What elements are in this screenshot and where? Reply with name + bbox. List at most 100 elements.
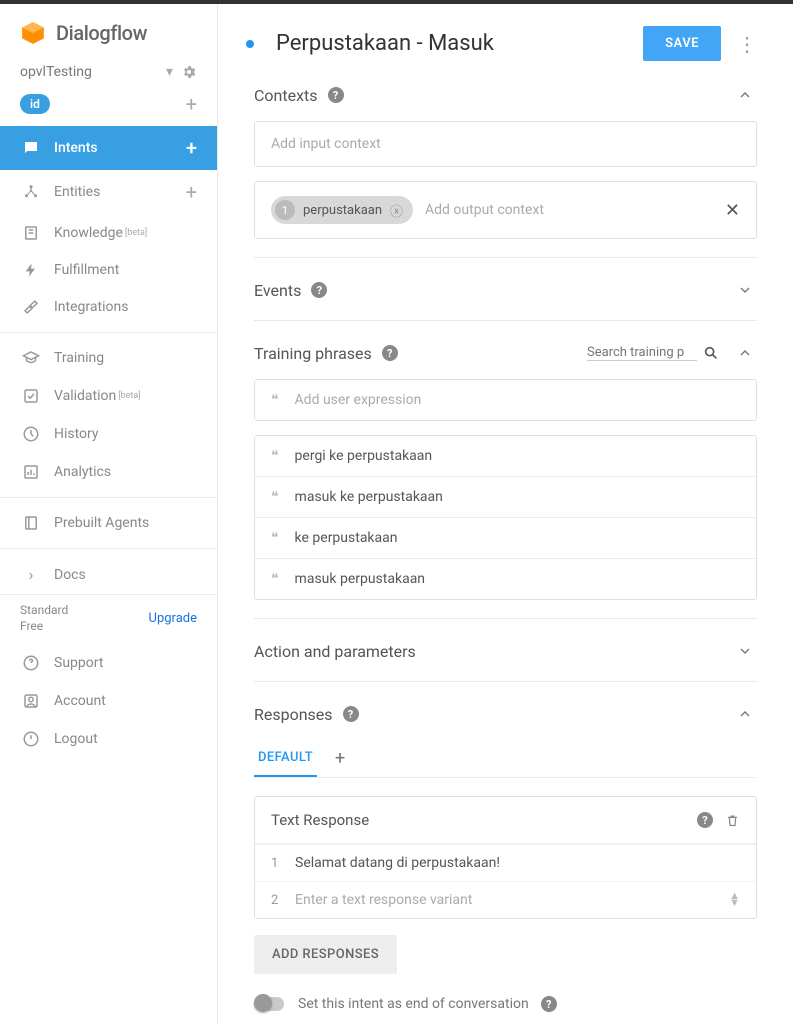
- more-menu-icon[interactable]: ⋮: [737, 32, 757, 56]
- end-of-conversation-toggle[interactable]: [254, 997, 284, 1011]
- language-pill[interactable]: id: [20, 94, 50, 114]
- knowledge-icon: [20, 224, 42, 242]
- nav-label: Intents: [54, 140, 98, 156]
- training-phrase-row[interactable]: ❝ ke perpustakaan: [255, 517, 756, 558]
- training-phrase-row[interactable]: ❝masuk perpustakaan: [255, 558, 756, 599]
- plan-price: Free: [20, 619, 68, 635]
- help-icon[interactable]: ?: [328, 87, 344, 103]
- beta-tag: [beta]: [125, 228, 147, 238]
- collapse-responses[interactable]: [733, 702, 757, 726]
- nav-prebuilt-agents[interactable]: Prebuilt Agents: [0, 504, 217, 542]
- add-intent-button[interactable]: +: [186, 136, 197, 160]
- nav-label: Docs: [54, 567, 86, 583]
- nav-label: Validation: [54, 388, 116, 404]
- add-language-button[interactable]: +: [186, 92, 197, 116]
- response-placeholder: Enter a text response variant: [295, 892, 729, 908]
- training-phrase-row[interactable]: ❝pergi ke perpustakaan: [255, 436, 756, 476]
- nav-validation[interactable]: Validation [beta]: [0, 377, 217, 415]
- nav-entities[interactable]: Entities +: [0, 170, 217, 214]
- validation-icon: [20, 387, 42, 405]
- help-icon[interactable]: ?: [311, 282, 327, 298]
- add-training-phrase-input[interactable]: ❝ Add user expression: [255, 380, 756, 420]
- nav-knowledge[interactable]: Knowledge [beta]: [0, 214, 217, 252]
- help-icon[interactable]: ?: [382, 345, 398, 361]
- remove-chip-icon[interactable]: ⓧ: [390, 201, 403, 220]
- row-number: 2: [271, 893, 295, 908]
- integrations-icon: [20, 298, 42, 316]
- training-phrase-row[interactable]: ❝masuk ke perpustakaan: [255, 476, 756, 517]
- card-title: Text Response: [271, 811, 369, 829]
- nav-label: Integrations: [54, 299, 128, 315]
- nav-training[interactable]: Training: [0, 339, 217, 377]
- quote-icon: ❝: [271, 392, 279, 408]
- save-button[interactable]: SAVE: [643, 26, 721, 61]
- nav-history[interactable]: History: [0, 415, 217, 453]
- phrase-text: ke perpustakaan: [295, 530, 398, 546]
- prebuilt-icon: [20, 514, 42, 532]
- nav-support[interactable]: Support: [0, 644, 217, 682]
- upgrade-link[interactable]: Upgrade: [149, 611, 197, 626]
- help-icon[interactable]: ?: [697, 812, 713, 828]
- nav-fulfillment[interactable]: Fulfillment: [0, 252, 217, 288]
- quote-icon: ❝: [271, 448, 279, 464]
- context-lifespan: 1: [275, 200, 295, 220]
- section-title-action: Action and parameters: [254, 642, 416, 661]
- response-text: Selamat datang di perpustakaan!: [295, 855, 740, 871]
- training-phrases-list: ❝pergi ke perpustakaan ❝masuk ke perpust…: [254, 435, 757, 600]
- sort-handle-icon[interactable]: ▲▼: [729, 893, 740, 906]
- placeholder: Add output context: [425, 202, 725, 218]
- training-icon: [20, 349, 42, 367]
- nav-label: Entities: [54, 184, 100, 200]
- expand-events[interactable]: [733, 278, 757, 302]
- docs-icon: ›: [20, 565, 42, 584]
- response-tab-default[interactable]: DEFAULT: [254, 740, 317, 777]
- intent-title[interactable]: Perpustakaan - Masuk: [276, 31, 643, 56]
- add-responses-button[interactable]: ADD RESPONSES: [254, 935, 397, 974]
- collapse-training[interactable]: [733, 341, 757, 365]
- add-response-tab[interactable]: +: [335, 748, 345, 769]
- nav-integrations[interactable]: Integrations: [0, 288, 217, 326]
- nav-label: Logout: [54, 731, 98, 747]
- intents-icon: [20, 139, 42, 157]
- quote-icon: ❝: [271, 530, 279, 546]
- section-title-responses: Responses: [254, 705, 333, 724]
- nav-label: Prebuilt Agents: [54, 515, 149, 531]
- nav-label: Account: [54, 693, 106, 709]
- nav-logout[interactable]: Logout: [0, 720, 217, 758]
- response-row[interactable]: 1 Selamat datang di perpustakaan!: [255, 844, 756, 881]
- agent-dropdown-icon[interactable]: ▾: [166, 64, 173, 80]
- search-icon[interactable]: [703, 345, 719, 361]
- entities-icon: [20, 183, 42, 201]
- section-title-events: Events: [254, 281, 301, 300]
- response-row[interactable]: 2 Enter a text response variant ▲▼: [255, 881, 756, 918]
- add-entity-button[interactable]: +: [186, 180, 197, 204]
- account-icon: [20, 692, 42, 710]
- beta-tag: [beta]: [118, 391, 140, 401]
- expand-action[interactable]: [733, 639, 757, 663]
- search-training-input[interactable]: [587, 345, 697, 361]
- logout-icon: [20, 730, 42, 748]
- output-context-field[interactable]: 1 perpustakaan ⓧ Add output context ✕: [254, 181, 757, 239]
- gear-icon[interactable]: [181, 64, 197, 80]
- history-icon: [20, 425, 42, 443]
- input-context-field[interactable]: Add input context: [254, 121, 757, 167]
- help-icon[interactable]: ?: [541, 996, 557, 1012]
- agent-name[interactable]: opvlTesting: [20, 64, 158, 80]
- trash-icon[interactable]: [725, 813, 740, 828]
- nav-account[interactable]: Account: [0, 682, 217, 720]
- unsaved-indicator-icon: [246, 40, 254, 48]
- collapse-contexts[interactable]: [733, 83, 757, 107]
- help-icon[interactable]: ?: [343, 706, 359, 722]
- delete-icon[interactable]: ✕: [725, 200, 740, 221]
- placeholder: Add input context: [271, 136, 740, 152]
- nav-docs[interactable]: › Docs: [0, 555, 217, 594]
- nav-label: Analytics: [54, 464, 111, 480]
- phrase-text: masuk ke perpustakaan: [295, 489, 443, 505]
- text-response-card: Text Response ? 1 Selamat datang di perp…: [254, 796, 757, 919]
- dialogflow-logo-icon: [20, 20, 46, 46]
- nav-label: Knowledge: [54, 225, 123, 241]
- nav-intents[interactable]: Intents +: [0, 126, 217, 170]
- context-chip[interactable]: 1 perpustakaan ⓧ: [271, 196, 413, 224]
- analytics-icon: [20, 463, 42, 481]
- nav-analytics[interactable]: Analytics: [0, 453, 217, 491]
